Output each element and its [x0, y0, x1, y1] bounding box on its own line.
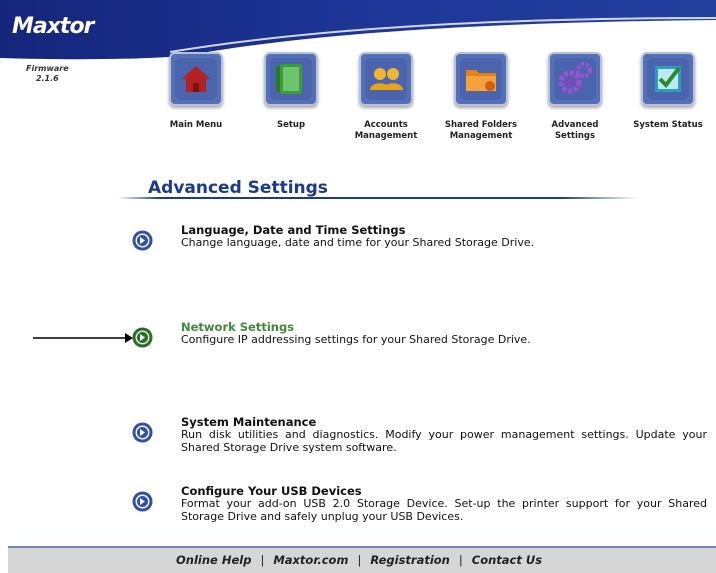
footer-separator: | [458, 553, 463, 567]
arrow-bullet-icon[interactable] [132, 327, 153, 348]
header-banner: Maxtor [0, 0, 716, 60]
gears-icon[interactable] [548, 52, 602, 106]
arrow-bullet-icon[interactable] [132, 491, 153, 512]
entry-title-link[interactable]: Network Settings [181, 320, 294, 334]
setup-panel-icon[interactable] [264, 52, 318, 106]
checkmark-icon[interactable] [641, 52, 695, 106]
house-icon[interactable] [169, 52, 223, 106]
entry-description: Change language, date and time for your … [181, 236, 535, 249]
users-icon[interactable] [359, 52, 413, 106]
maxtor-logo[interactable]: Maxtor [12, 14, 94, 39]
firmware-info: Firmware 2.1.6 [26, 64, 69, 84]
header-swoosh [0, 0, 716, 60]
nav-shared-folders-management[interactable]: Shared Folders Management [441, 52, 521, 142]
nav-accounts-management[interactable]: Accounts Management [346, 52, 426, 142]
footer-link-online-help[interactable]: Online Help [176, 553, 251, 567]
firmware-label: Firmware [26, 64, 69, 73]
footer-separator: | [260, 553, 265, 567]
nav-main-menu[interactable]: Main Menu [156, 52, 236, 131]
firmware-version: 2.1.6 [35, 74, 59, 83]
footer-link-registration[interactable]: Registration [370, 553, 450, 567]
nav-label: Setup [276, 120, 306, 130]
arrow-bullet-icon[interactable] [132, 422, 153, 443]
pointer-arrow-icon [33, 333, 133, 343]
footer-links: Online Help | Maxtor.com | Registration | Cont… [176, 553, 542, 567]
nav-label: Shared Folders Management [444, 120, 518, 141]
page-title: Advanced Settings [148, 178, 328, 198]
nav-advanced-settings[interactable]: Advanced Settings [535, 52, 615, 142]
footer-separator: | [357, 553, 362, 567]
shared-folders-icon[interactable] [454, 52, 508, 106]
footer-link-contact-us[interactable]: Contact Us [472, 553, 542, 567]
nav-label: Accounts Management [354, 120, 418, 141]
arrow-bullet-icon[interactable] [132, 230, 153, 251]
nav-label: Advanced Settings [551, 120, 599, 141]
title-divider [118, 197, 638, 199]
nav-setup[interactable]: Setup [251, 52, 331, 131]
footer-link-maxtor[interactable]: Maxtor.com [273, 553, 348, 567]
entry-description: Configure IP addressing settings for you… [181, 333, 531, 346]
nav-label: System Status [633, 120, 703, 130]
entry-title-link[interactable]: Configure Your USB Devices [181, 484, 362, 498]
entry-title-link[interactable]: Language, Date and Time Settings [181, 223, 406, 237]
entry-title-link[interactable]: System Maintenance [181, 415, 316, 429]
footer-bar: Online Help | Maxtor.com | Registration | Cont… [8, 546, 716, 573]
nav-system-status[interactable]: System Status [628, 52, 708, 131]
nav-label: Main Menu [169, 120, 223, 130]
entry-description: Run disk utilities and diagnostics. Modi… [181, 428, 707, 454]
entry-description: Format your add-on USB 2.0 Storage Devic… [181, 497, 707, 523]
